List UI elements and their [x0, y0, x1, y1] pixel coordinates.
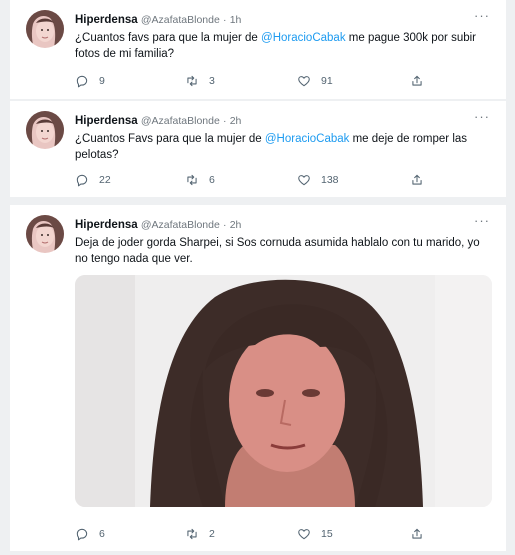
retweet-icon: [185, 74, 199, 88]
retweet-count: 2: [209, 528, 215, 540]
more-options-icon[interactable]: ···: [474, 109, 490, 125]
reply-icon: [75, 173, 89, 187]
reply-count: 22: [99, 174, 111, 186]
tweet-card[interactable]: Hiperdensa @AzafataBlonde · 1h ··· ¿Cuan…: [10, 0, 506, 99]
reply-button[interactable]: 22: [75, 171, 111, 189]
retweet-count: 6: [209, 174, 215, 186]
tweet-header: Hiperdensa @AzafataBlonde · 2h ···: [75, 213, 490, 233]
like-button[interactable]: 138: [297, 171, 339, 189]
avatar[interactable]: [26, 215, 64, 253]
tweet-text: Deja de joder gorda Sharpei, si Sos corn…: [75, 237, 480, 265]
tweet-card[interactable]: Hiperdensa @AzafataBlonde · 2h ··· ¿Cuan…: [10, 101, 506, 197]
like-button[interactable]: 91: [297, 72, 333, 90]
retweet-button[interactable]: 6: [185, 171, 215, 189]
retweet-count: 3: [209, 75, 215, 87]
avatar[interactable]: [26, 111, 64, 149]
retweet-icon: [185, 173, 199, 187]
separator-dot: ·: [223, 219, 227, 231]
display-name[interactable]: Hiperdensa: [75, 14, 138, 26]
like-icon: [297, 74, 311, 88]
tweet-header: Hiperdensa @AzafataBlonde · 2h ···: [75, 109, 490, 129]
share-icon: [410, 74, 424, 88]
timestamp[interactable]: 2h: [230, 115, 242, 127]
share-button[interactable]: [410, 171, 434, 189]
display-name[interactable]: Hiperdensa: [75, 219, 138, 231]
tweet-text-start: ¿Cuantos Favs para que la mujer de: [75, 133, 265, 145]
tweet-media-image[interactable]: [75, 275, 492, 507]
like-button[interactable]: 15: [297, 525, 333, 543]
more-options-icon[interactable]: ···: [474, 213, 490, 229]
share-button[interactable]: [410, 72, 434, 90]
mention-link[interactable]: @HoracioCabak: [265, 133, 350, 145]
action-bar: 22 6 138: [75, 171, 490, 189]
share-button[interactable]: [410, 525, 434, 543]
more-options-icon[interactable]: ···: [474, 8, 490, 24]
like-icon: [297, 173, 311, 187]
like-count: 138: [321, 174, 339, 186]
reply-count: 9: [99, 75, 105, 87]
display-name[interactable]: Hiperdensa: [75, 115, 138, 127]
reply-count: 6: [99, 528, 105, 540]
avatar[interactable]: [26, 10, 64, 48]
timestamp[interactable]: 2h: [230, 219, 242, 231]
like-icon: [297, 527, 311, 541]
timestamp[interactable]: 1h: [230, 14, 242, 26]
reply-button[interactable]: 6: [75, 525, 105, 543]
reply-icon: [75, 527, 89, 541]
reply-icon: [75, 74, 89, 88]
reply-button[interactable]: 9: [75, 72, 105, 90]
separator-dot: ·: [223, 14, 227, 26]
share-icon: [410, 527, 424, 541]
retweet-button[interactable]: 3: [185, 72, 215, 90]
action-bar: 9 3 91: [75, 72, 490, 90]
user-handle[interactable]: @AzafataBlonde: [141, 219, 220, 231]
tweet-text-start: ¿Cuantos favs para que la mujer de: [75, 32, 262, 44]
separator-dot: ·: [223, 115, 227, 127]
woman-photo-image: [75, 275, 492, 507]
retweet-button[interactable]: 2: [185, 525, 215, 543]
user-handle[interactable]: @AzafataBlonde: [141, 115, 220, 127]
tweet-text: ¿Cuantos favs para que la mujer de @Hora…: [75, 30, 490, 62]
tweet-text: ¿Cuantos Favs para que la mujer de @Hora…: [75, 131, 490, 163]
action-bar: 6 2 15: [75, 525, 490, 543]
share-icon: [410, 173, 424, 187]
tweet-card[interactable]: Hiperdensa @AzafataBlonde · 2h ··· Deja …: [10, 205, 506, 551]
retweet-icon: [185, 527, 199, 541]
tweet-header: Hiperdensa @AzafataBlonde · 1h ···: [75, 8, 490, 28]
mention-link[interactable]: @HoracioCabak: [261, 32, 346, 44]
like-count: 15: [321, 528, 333, 540]
like-count: 91: [321, 75, 333, 87]
user-handle[interactable]: @AzafataBlonde: [141, 14, 220, 26]
